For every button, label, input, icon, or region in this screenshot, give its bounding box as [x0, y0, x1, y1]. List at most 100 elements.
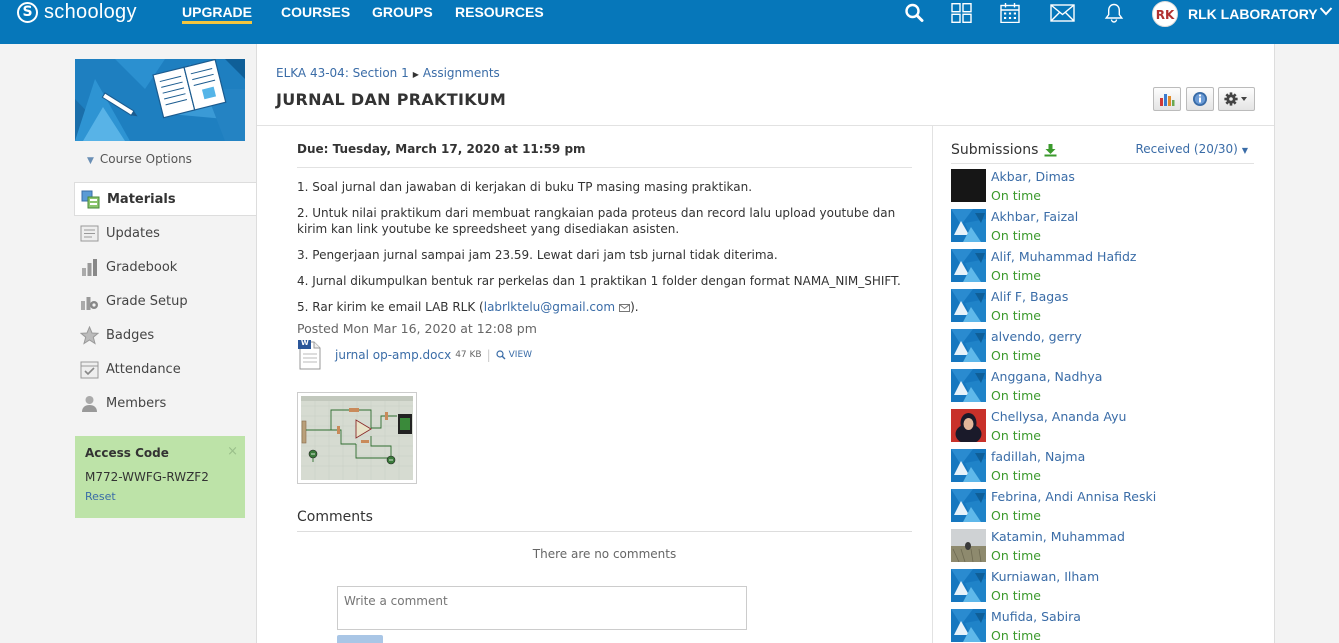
submission-row[interactable]: Katamin, Muhammad On time [951, 528, 1254, 568]
schoology-logo[interactable]: S schoology [17, 0, 137, 24]
word-badge: W [301, 339, 309, 347]
nav-groups[interactable]: GROUPS [372, 4, 433, 20]
reset-access-code-link[interactable]: Reset [85, 490, 235, 503]
student-name-link[interactable]: Febrina, Andi Annisa Reski [991, 489, 1156, 504]
submission-row[interactable]: Febrina, Andi Annisa Reski On time [951, 488, 1254, 528]
settings-gear-menu[interactable] [1218, 87, 1255, 111]
word-document-icon: W [297, 339, 323, 370]
student-name-link[interactable]: Katamin, Muhammad [991, 529, 1125, 544]
post-comment-button[interactable] [337, 635, 383, 643]
course-options-label: Course Options [99, 152, 192, 166]
grade-setup-icon [80, 292, 99, 311]
student-name-link[interactable]: Alif, Muhammad Hafidz [991, 249, 1136, 264]
attendance-icon [80, 360, 99, 379]
student-name-link[interactable]: Kurniawan, Ilham [991, 569, 1099, 584]
breadcrumb: ELKA 43-04: Section 1 ▶ Assignments [276, 66, 500, 80]
sidebar-item-members[interactable]: Members [74, 386, 256, 420]
student-name-link[interactable]: fadillah, Najma [991, 449, 1085, 464]
submission-row[interactable]: alvendo, gerry On time [951, 328, 1254, 368]
student-avatar[interactable] [951, 449, 986, 482]
page-title: JURNAL DAN PRAKTIKUM [276, 90, 507, 109]
caret-down-icon: ▼ [1241, 146, 1248, 155]
download-icon[interactable] [1044, 143, 1057, 157]
view-attachment-button[interactable]: VIEW [496, 350, 532, 360]
calendar-icon[interactable] [999, 3, 1021, 23]
info-button[interactable] [1186, 87, 1214, 111]
submission-row[interactable]: Mufida, Sabira On time [951, 608, 1254, 643]
attachment-size: 47 KB [455, 350, 482, 360]
course-picture[interactable] [75, 59, 245, 141]
submission-status: On time [991, 508, 1041, 523]
nav-courses[interactable]: COURSES [281, 4, 350, 20]
student-avatar[interactable] [951, 409, 986, 442]
view-label: VIEW [508, 350, 533, 360]
profile-avatar: RK [1152, 1, 1178, 27]
student-name-link[interactable]: Mufida, Sabira [991, 609, 1081, 624]
submission-status: On time [991, 308, 1041, 323]
circuit-image-thumbnail[interactable] [297, 392, 417, 484]
student-name-link[interactable]: Alif F, Bagas [991, 289, 1068, 304]
instruction-paragraph: 1. Soal jurnal dan jawaban di kerjakan d… [297, 180, 753, 194]
apps-grid-icon[interactable] [951, 3, 973, 23]
notifications-bell-icon[interactable] [1103, 3, 1125, 23]
logo-mark: S [17, 1, 38, 23]
submission-row[interactable]: Alif F, Bagas On time [951, 288, 1254, 328]
messages-icon[interactable] [1050, 3, 1075, 23]
sidebar-item-attendance[interactable]: Attendance [74, 352, 256, 386]
breadcrumb-assignments-link[interactable]: Assignments [423, 66, 500, 80]
instruction-paragraph: 3. Pengerjaan jurnal sampai jam 23.59. L… [297, 248, 778, 262]
student-avatar[interactable] [951, 169, 986, 202]
submission-row[interactable]: Anggana, Nadhya On time [951, 368, 1254, 408]
access-code-value: M772-WWFG-RWZF2 [85, 470, 209, 484]
student-avatar[interactable] [951, 249, 986, 282]
profile-menu[interactable]: RK RLK LABORATORY [1152, 1, 1318, 27]
posted-date: Posted Mon Mar 16, 2020 at 12:08 pm [297, 321, 537, 336]
student-avatar[interactable] [951, 289, 986, 322]
received-filter-dropdown[interactable]: Received (20/30) ▼ [1135, 142, 1248, 156]
sidebar-item-label: Materials [107, 191, 176, 207]
student-avatar[interactable] [951, 569, 986, 602]
sidebar-item-badges[interactable]: Badges [74, 318, 256, 352]
student-avatar[interactable] [951, 209, 986, 242]
search-icon[interactable] [904, 3, 926, 23]
attachment-separator: | [486, 348, 491, 362]
instruction-paragraph: 4. Jurnal dikumpulkan bentuk rar perkela… [297, 274, 901, 288]
access-code-title: Access Code [85, 446, 169, 460]
sidebar-item-updates[interactable]: Updates [74, 216, 256, 250]
student-name-link[interactable]: Anggana, Nadhya [991, 369, 1102, 384]
student-name-link[interactable]: Akbar, Dimas [991, 169, 1075, 184]
student-name-link[interactable]: Chellysa, Ananda Ayu [991, 409, 1126, 424]
assignment-body: Due: Tuesday, March 17, 2020 at 11:59 pm… [297, 142, 912, 370]
attachment-row: W jurnal op-amp.docx 47 KB | VIEW [297, 339, 912, 370]
student-avatar[interactable] [951, 609, 986, 642]
comment-input[interactable] [337, 586, 747, 630]
breadcrumb-course-link[interactable]: ELKA 43-04: Section 1 [276, 66, 409, 80]
student-avatar[interactable] [951, 489, 986, 522]
no-comments-text: There are no comments [532, 547, 677, 561]
submission-status: On time [991, 428, 1041, 443]
caret-down-icon: ▼ [87, 156, 94, 166]
chevron-down-icon[interactable] [1319, 4, 1333, 18]
submission-row[interactable]: fadillah, Najma On time [951, 448, 1254, 488]
profile-name: RLK LABORATORY [1188, 6, 1318, 22]
close-icon[interactable]: × [227, 444, 238, 459]
submission-row[interactable]: Akbar, Dimas On time [951, 168, 1254, 208]
nav-resources[interactable]: RESOURCES [455, 4, 544, 20]
sidebar-item-materials[interactable]: Materials [74, 182, 256, 216]
student-avatar[interactable] [951, 529, 986, 562]
submission-row[interactable]: Kurniawan, Ilham On time [951, 568, 1254, 608]
student-name-link[interactable]: Akhbar, Faizal [991, 209, 1078, 224]
student-avatar[interactable] [951, 329, 986, 362]
course-options-menu[interactable]: ▼ Course Options [87, 152, 192, 166]
submission-row[interactable]: Chellysa, Ananda Ayu On time [951, 408, 1254, 448]
sidebar-item-grade-setup[interactable]: Grade Setup [74, 284, 256, 318]
submission-row[interactable]: Akhbar, Faizal On time [951, 208, 1254, 248]
student-name-link[interactable]: alvendo, gerry [991, 329, 1082, 344]
email-link[interactable]: labrlktelu@gmail.com [484, 300, 615, 314]
stats-button[interactable] [1153, 87, 1181, 111]
nav-upgrade[interactable]: UPGRADE [182, 4, 253, 24]
sidebar-item-gradebook[interactable]: Gradebook [74, 250, 256, 284]
submission-row[interactable]: Alif, Muhammad Hafidz On time [951, 248, 1254, 288]
attachment-link[interactable]: jurnal op-amp.docx [335, 348, 451, 362]
student-avatar[interactable] [951, 369, 986, 402]
